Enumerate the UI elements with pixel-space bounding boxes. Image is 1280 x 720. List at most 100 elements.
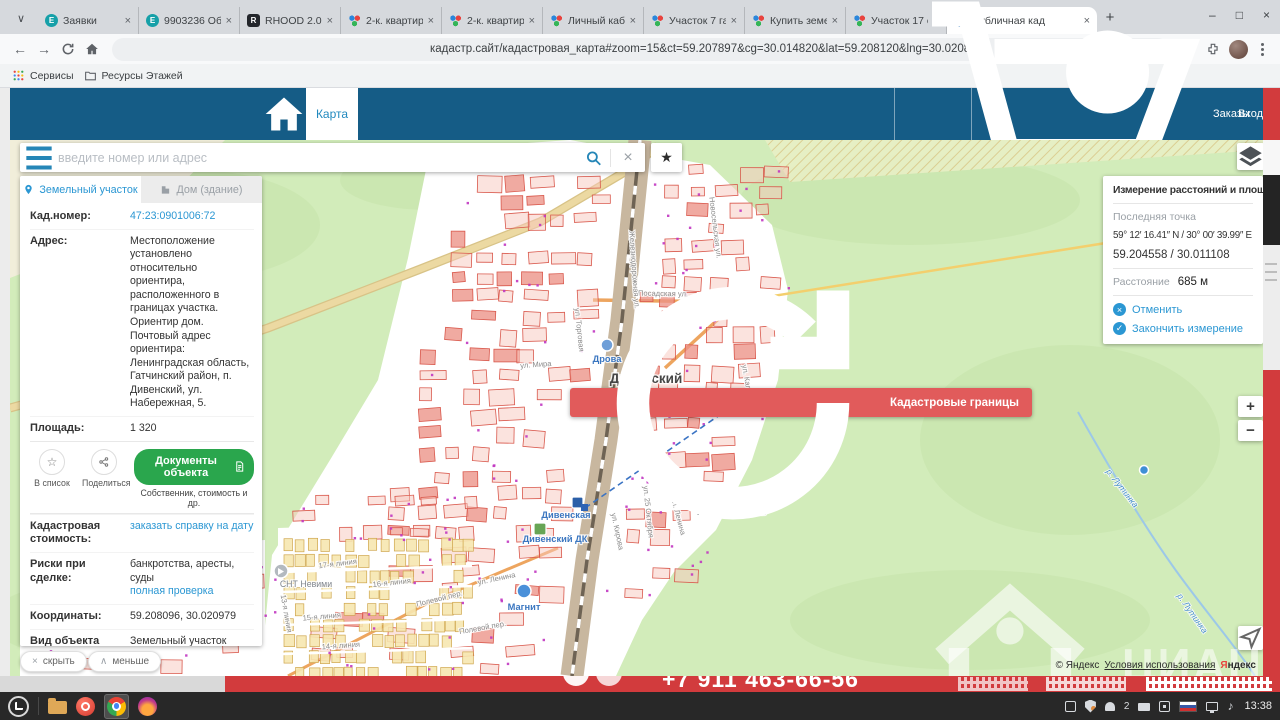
finish-measure-link[interactable]: ✓ Закончить измерение [1113, 322, 1253, 335]
locate-button[interactable] [1238, 626, 1263, 650]
site-home-button[interactable] [262, 88, 306, 140]
files-app-icon[interactable] [48, 701, 67, 714]
close-window-button[interactable]: × [1263, 8, 1270, 22]
map[interactable]: Вышка связиДивенскийДроваДивенскаяДивенс… [10, 140, 1263, 676]
last-point-dms: 59° 12′ 16.41″ N / 30° 00′ 39.99″ E [1113, 230, 1253, 241]
last-point-decimal: 59.204558 / 30.011108 [1113, 249, 1253, 261]
object-documents-button[interactable]: Документы объекта [134, 449, 254, 485]
layers-button[interactable] [1237, 143, 1263, 170]
reload-button[interactable] [56, 42, 80, 56]
network-tray-icon[interactable] [1206, 702, 1218, 711]
row-value: 1 320 [130, 422, 254, 436]
tab-title: RHOOD 2.0 [265, 15, 322, 27]
keyboard-layout-flag[interactable] [1179, 701, 1197, 712]
taskbar: 2 ♪ 13:38 [0, 692, 1280, 720]
shield-tray-icon[interactable] [1085, 700, 1096, 713]
browser-tab-2[interactable]: Е9903236 Объе× [139, 7, 240, 34]
object-row: Кадастровая стоимость:заказать справку н… [30, 514, 254, 553]
tab-title: 9903236 Объе [164, 15, 221, 27]
map-label: СНТ Невими [280, 579, 332, 589]
share-button[interactable]: Поделиться [82, 449, 126, 488]
row-label: Координаты: [30, 610, 124, 624]
browser-tab-7[interactable]: Участок 7 га (И× [644, 7, 745, 34]
cadastral-borders-button[interactable]: Кадастровые границы [570, 388, 1032, 417]
close-tab-icon[interactable]: × [529, 15, 535, 27]
object-actions: ☆В списокПоделитьсяДокументы объекта Собс… [30, 441, 254, 514]
tab-search-button[interactable]: ∨ [10, 7, 32, 29]
search-icon[interactable] [577, 149, 611, 167]
cian-favicon [853, 14, 866, 27]
bookmark-2[interactable]: Ресурсы Этажей [84, 69, 183, 82]
browser-tab-3[interactable]: R RHOOD 2.0 × [240, 7, 341, 34]
map-label: Дивенский ДК [523, 534, 588, 544]
forward-button[interactable]: → [32, 41, 56, 57]
tab-title: Личный кабин [568, 15, 625, 27]
clock[interactable]: 13:38 [1244, 700, 1272, 712]
apps-icon [12, 69, 25, 82]
rhood-favicon: R [247, 14, 260, 27]
close-tab-icon[interactable]: × [630, 15, 636, 27]
close-tab-icon[interactable]: × [731, 15, 737, 27]
add-to-list-button[interactable]: ☆В список [30, 449, 74, 488]
hide-panel-button[interactable]: ×скрыть [20, 651, 87, 672]
login-button[interactable]: Вход [983, 88, 1263, 140]
favorites-button[interactable]: ★ [651, 143, 682, 172]
site-header: Карта Заказы Вход [10, 88, 1263, 140]
close-tab-icon[interactable]: × [327, 15, 333, 27]
cancel-icon: × [1113, 303, 1126, 316]
bookmark-1[interactable]: Сервисы [12, 69, 74, 82]
terms-link[interactable]: Условия использования [1104, 660, 1215, 671]
chrome-icon [107, 697, 126, 716]
underlying-page-bottom: +7 911 463-66-56 [0, 676, 1280, 692]
maximize-button[interactable]: □ [1236, 8, 1243, 22]
browser-tab-1[interactable]: ЕЗаявки× [38, 7, 139, 34]
close-tab-icon[interactable]: × [832, 15, 838, 27]
tab-map[interactable]: Карта [306, 88, 358, 140]
chrome-app-active[interactable] [104, 694, 129, 719]
printer-tray-icon[interactable] [1138, 703, 1150, 711]
close-tab-icon[interactable]: × [226, 15, 232, 27]
pin-icon [23, 184, 34, 195]
cian-favicon [752, 14, 765, 27]
show-less-button[interactable]: ∧меньше [88, 651, 161, 672]
notifications-icon[interactable] [1105, 702, 1115, 711]
browser-menu-icon[interactable] [1252, 43, 1272, 56]
object-tab-parcel[interactable]: Земельный участок [20, 176, 141, 203]
browser-tab-4[interactable]: 2-к. квартира, 5× [341, 7, 442, 34]
start-menu-button[interactable] [8, 696, 29, 717]
zoom-in-button[interactable]: + [1238, 396, 1263, 417]
map-label: Магнит [508, 602, 541, 612]
close-tab-icon[interactable]: × [428, 15, 434, 27]
folder-icon [84, 69, 97, 82]
browser2-app-icon[interactable] [76, 697, 95, 716]
search-input[interactable] [58, 151, 577, 165]
site-settings-icon[interactable] [123, 38, 423, 61]
row-link[interactable]: полная проверка [130, 585, 254, 599]
back-button[interactable]: ← [8, 41, 32, 57]
cancel-measure-link[interactable]: × Отменить [1113, 303, 1253, 316]
yandex-logo: Яндекс [1220, 660, 1256, 671]
updates-tray-icon[interactable] [1065, 701, 1076, 712]
distance-label: Расстояние [1113, 276, 1170, 288]
clear-search-icon[interactable]: × [611, 149, 645, 167]
row-link[interactable]: заказать справку на дату [130, 520, 254, 534]
object-tab-building[interactable]: Дом (здание) [141, 176, 262, 203]
etagi-favicon: Е [45, 14, 58, 27]
up-icon: ∧ [100, 656, 107, 667]
zoom-out-button[interactable]: − [1238, 420, 1263, 441]
flame-app-icon[interactable] [138, 697, 157, 716]
browser-tab-6[interactable]: Личный кабин × [543, 7, 644, 34]
home-button[interactable] [80, 42, 104, 56]
row-link[interactable]: 47:23:0901006:72 [130, 210, 254, 224]
clipboard-tray-icon[interactable] [1159, 701, 1170, 712]
browser-tab-8[interactable]: Купить земель× [745, 7, 846, 34]
close-tab-icon[interactable]: × [125, 15, 131, 27]
star-outline-icon: ☆ [39, 449, 65, 475]
row-label: Вид объекта недвижимости [30, 635, 124, 647]
refresh-icon [583, 253, 883, 553]
building-icon [160, 184, 171, 195]
documents-caption: Собственник, стоимость и др. [134, 488, 254, 508]
sound-tray-icon[interactable]: ♪ [1227, 699, 1233, 713]
menu-icon[interactable] [20, 140, 58, 177]
browser-tab-5[interactable]: 2-к. квартира, 4× [442, 7, 543, 34]
